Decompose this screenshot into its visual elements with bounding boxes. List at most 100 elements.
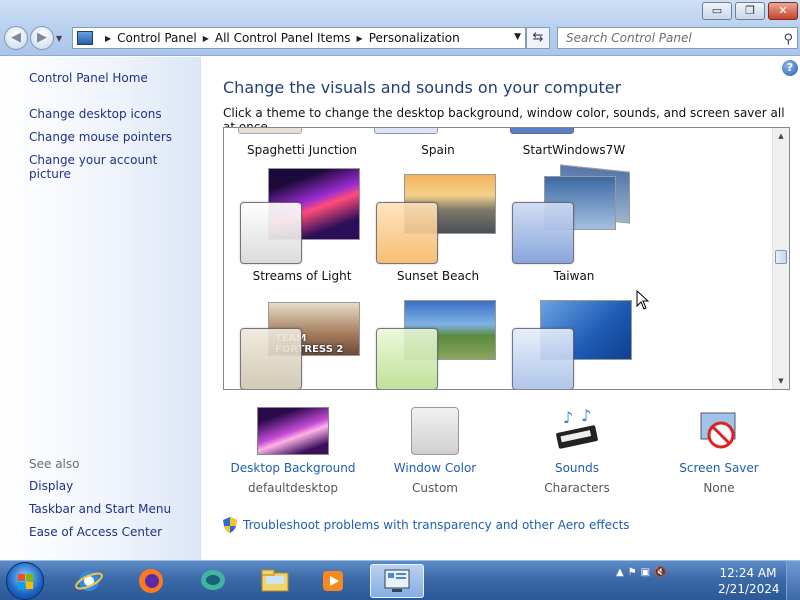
change-account-picture-link[interactable]: Change your account picture [29, 153, 200, 181]
theme-settings-row: Desktop Background defaultdesktop Window… [223, 406, 790, 507]
breadcrumb-label[interactable]: Control Panel [117, 31, 197, 45]
theme-preview-partial[interactable] [510, 128, 574, 134]
breadcrumb-arrow-icon[interactable]: ▶ [203, 34, 209, 43]
theme-label-spaghetti-junction[interactable]: Spaghetti Junction [232, 143, 372, 157]
breadcrumb-label[interactable]: Personalization [369, 31, 460, 45]
notification-area: ▲ ⚑ ▣ 🔇 [616, 567, 667, 578]
media-player-icon [323, 571, 343, 591]
sounds-value: Characters [544, 481, 610, 495]
main-content: ? Change the visuals and sounds on your … [201, 57, 800, 560]
maximize-button[interactable]: ❐ [735, 2, 765, 20]
scroll-down-arrow-icon[interactable]: ▼ [773, 373, 789, 389]
show-desktop-button[interactable] [786, 561, 800, 600]
desktop-background-value: defaultdesktop [247, 481, 339, 495]
control-panel-icon [77, 31, 93, 45]
see-also-heading: See also [29, 457, 80, 471]
theme-label-spain[interactable]: Spain [368, 143, 508, 157]
theme-color-swatch [376, 202, 438, 264]
action-center-flag-icon[interactable]: ⚑ [628, 567, 637, 578]
firefox-taskbar-button[interactable] [124, 564, 178, 598]
troubleshoot-text[interactable]: Troubleshoot problems with transparency … [243, 518, 630, 532]
internet-explorer-taskbar-button[interactable] [62, 564, 116, 598]
system-clock[interactable]: 12:24 AM 2/21/2024 [718, 565, 780, 597]
desktop-background-icon [257, 407, 329, 455]
control-panel-taskbar-button[interactable] [370, 564, 424, 598]
window-color-icon [411, 407, 459, 455]
minimize-button[interactable]: ▭ [702, 2, 732, 20]
theme-list-scrollbar[interactable]: ▲ ▼ [772, 128, 789, 389]
search-icon[interactable]: ⚲ [783, 30, 793, 50]
window-titlebar: ▭ ❐ ✕ ◀ ▶ ▼ ▶ Control Panel ▶ All Contro… [0, 0, 800, 56]
chat-bubble-icon [201, 570, 225, 590]
screen-saver-option[interactable]: Screen Saver None [649, 407, 789, 495]
desktop-background-label[interactable]: Desktop Background [223, 461, 363, 475]
file-explorer-taskbar-button[interactable] [248, 564, 302, 598]
forward-button[interactable]: ▶ [30, 26, 54, 50]
theme-label-startwindows7w[interactable]: StartWindows7W [504, 143, 644, 157]
scroll-up-arrow-icon[interactable]: ▲ [773, 128, 789, 144]
mouse-cursor-icon [636, 290, 650, 310]
address-bar[interactable]: ▶ Control Panel ▶ All Control Panel Item… [72, 27, 526, 49]
theme-color-swatch [512, 328, 574, 389]
window-color-option[interactable]: Window Color Custom [365, 407, 505, 495]
window-color-label[interactable]: Window Color [365, 461, 505, 475]
change-desktop-icons-link[interactable]: Change desktop icons [29, 107, 162, 121]
desktop-background-option[interactable]: Desktop Background defaultdesktop [223, 407, 363, 495]
chat-app-taskbar-button[interactable] [186, 564, 240, 598]
windows-logo-icon [18, 574, 33, 589]
scrollbar-thumb[interactable] [775, 250, 787, 264]
refresh-button[interactable]: ⇆ [526, 27, 550, 49]
address-dropdown-icon[interactable]: ▼ [514, 32, 521, 42]
theme-list[interactable]: Spaghetti Junction Spain StartWindows7W … [223, 127, 790, 390]
theme-color-swatch [512, 202, 574, 264]
screen-saver-icon [695, 407, 743, 455]
taskbar: ▲ ⚑ ▣ 🔇 12:24 AM 2/21/2024 [0, 560, 800, 600]
screen-saver-value: None [703, 481, 735, 495]
clock-date: 2/21/2024 [718, 582, 780, 596]
theme-label-taiwan[interactable]: Taiwan [504, 269, 644, 283]
breadcrumb-arrow-icon[interactable]: ▶ [105, 34, 111, 43]
sounds-label[interactable]: Sounds [507, 461, 647, 475]
theme-color-swatch [240, 328, 302, 389]
taskbar-start-menu-link[interactable]: Taskbar and Start Menu [29, 502, 171, 516]
close-button[interactable]: ✕ [768, 2, 798, 20]
media-player-taskbar-button[interactable] [306, 564, 360, 598]
theme-preview-partial[interactable] [238, 128, 302, 134]
page-title: Change the visuals and sounds on your co… [223, 78, 622, 97]
network-icon[interactable]: ▣ [641, 567, 650, 578]
internet-explorer-icon [75, 571, 103, 591]
ease-of-access-link[interactable]: Ease of Access Center [29, 525, 162, 539]
control-panel-home-link[interactable]: Control Panel Home [29, 71, 148, 85]
start-button[interactable] [6, 562, 44, 600]
breadcrumb-label[interactable]: All Control Panel Items [215, 31, 351, 45]
breadcrumb-control-panel[interactable]: ▶ Control Panel [99, 31, 197, 45]
breadcrumb-all-items[interactable]: ▶ All Control Panel Items [197, 31, 351, 45]
breadcrumb-personalization[interactable]: ▶ Personalization [351, 31, 460, 45]
search-placeholder: Search Control Panel [566, 31, 692, 45]
theme-color-swatch [376, 328, 438, 389]
volume-muted-icon[interactable]: 🔇 [654, 567, 666, 578]
search-input[interactable]: Search Control Panel ⚲ [557, 27, 798, 49]
theme-color-swatch [240, 202, 302, 264]
show-hidden-icons-icon[interactable]: ▲ [616, 567, 624, 578]
breadcrumb-arrow-icon[interactable]: ▶ [357, 34, 363, 43]
screen-saver-label[interactable]: Screen Saver [649, 461, 789, 475]
sounds-option[interactable]: ♪ ♪ Sounds Characters [507, 406, 647, 495]
clock-time: 12:24 AM [719, 566, 777, 580]
sounds-icon: ♪ ♪ [553, 406, 601, 455]
change-mouse-pointers-link[interactable]: Change mouse pointers [29, 130, 172, 144]
help-icon[interactable]: ? [782, 60, 798, 76]
back-button[interactable]: ◀ [4, 26, 28, 50]
theme-label-sunset-beach[interactable]: Sunset Beach [368, 269, 508, 283]
control-panel-icon [384, 569, 410, 592]
firefox-icon [139, 569, 163, 593]
shield-icon [223, 517, 237, 533]
display-link[interactable]: Display [29, 479, 73, 493]
left-navigation-pane: Control Panel Home Change desktop icons … [0, 57, 201, 560]
folder-icon [261, 569, 289, 592]
window-color-value: Custom [412, 481, 458, 495]
recent-pages-dropdown-icon[interactable]: ▼ [56, 34, 66, 50]
theme-label-streams-of-light[interactable]: Streams of Light [232, 269, 372, 283]
troubleshoot-link[interactable]: Troubleshoot problems with transparency … [223, 517, 630, 533]
theme-preview-partial[interactable] [374, 128, 438, 134]
